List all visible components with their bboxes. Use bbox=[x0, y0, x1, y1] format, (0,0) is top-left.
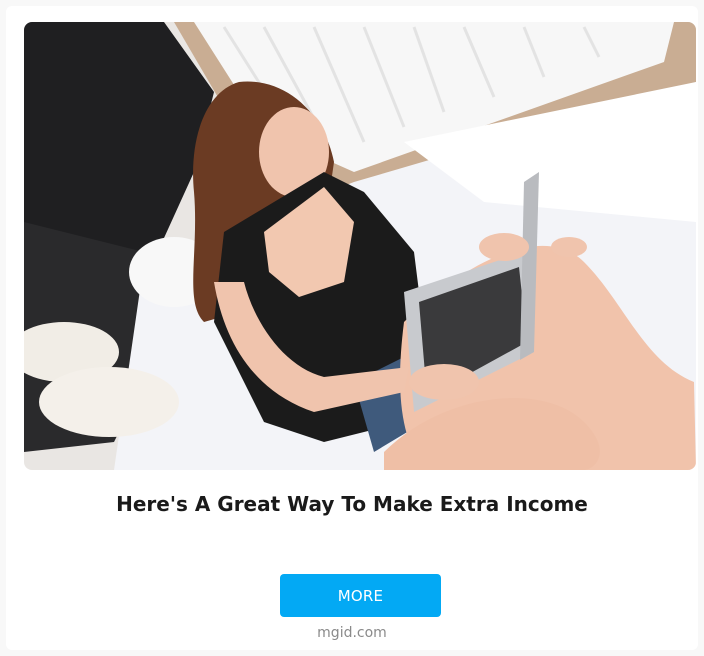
ad-photo bbox=[24, 22, 696, 470]
more-button[interactable]: MORE bbox=[280, 574, 441, 617]
ad-image[interactable] bbox=[24, 22, 696, 470]
ad-card: Here's A Great Way To Make Extra Income … bbox=[6, 6, 698, 650]
ad-headline-link[interactable]: Here's A Great Way To Make Extra Income bbox=[6, 491, 698, 517]
source-domain-link[interactable]: mgid.com bbox=[6, 625, 698, 641]
